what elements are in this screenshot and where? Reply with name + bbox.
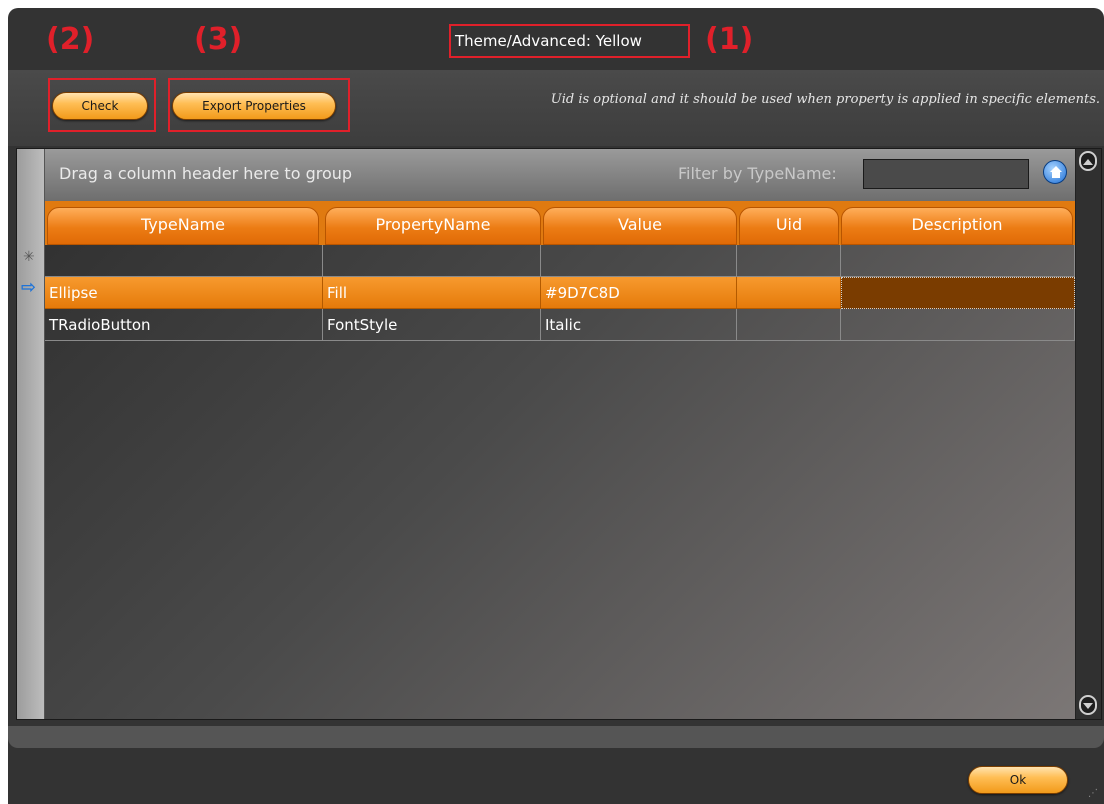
- filter-label: Filter by TypeName:: [678, 164, 837, 183]
- cell-typename[interactable]: Ellipse: [45, 277, 323, 309]
- properties-grid: ✳ ⇨ Drag a column header here to group F…: [16, 148, 1102, 720]
- toolbar: Check Export Properties Uid is optional …: [8, 70, 1104, 146]
- export-properties-button[interactable]: Export Properties: [172, 92, 336, 120]
- column-header-typename[interactable]: TypeName: [47, 207, 319, 245]
- cell-value[interactable]: #9D7C8D: [541, 277, 737, 309]
- scroll-up-icon[interactable]: [1079, 151, 1097, 171]
- column-header-value[interactable]: Value: [543, 207, 737, 245]
- filter-typename-input[interactable]: [863, 159, 1029, 189]
- cell-value[interactable]: Italic: [541, 309, 737, 341]
- check-button[interactable]: Check: [52, 92, 148, 120]
- annotation-2: (2): [46, 22, 95, 57]
- column-header-propertyname[interactable]: PropertyName: [325, 207, 541, 245]
- column-headers: TypeName PropertyName Value Uid Descript…: [45, 201, 1075, 245]
- row-header-column: ✳ ⇨: [17, 149, 45, 719]
- current-row-arrow-icon: ⇨: [21, 277, 37, 298]
- vertical-scrollbar[interactable]: [1075, 149, 1101, 719]
- group-hint: Drag a column header here to group: [59, 164, 353, 183]
- new-row-cell[interactable]: [45, 245, 323, 277]
- title-bar: (2) (3) Theme/Advanced: Yellow (1): [8, 8, 1104, 70]
- resize-grip-icon[interactable]: ⋰: [1088, 788, 1098, 799]
- column-header-description[interactable]: Description: [841, 207, 1073, 245]
- new-row-cell[interactable]: [737, 245, 841, 277]
- ok-button[interactable]: Ok: [968, 766, 1068, 794]
- cell-uid[interactable]: [737, 309, 841, 341]
- scroll-down-icon[interactable]: [1079, 695, 1097, 715]
- cell-propertyname[interactable]: FontStyle: [323, 309, 541, 341]
- annotation-1: (1): [705, 22, 754, 57]
- group-panel[interactable]: Drag a column header here to group Filte…: [45, 149, 1075, 201]
- new-row-cell[interactable]: [323, 245, 541, 277]
- cell-uid[interactable]: [737, 277, 841, 309]
- theme-properties-window: (2) (3) Theme/Advanced: Yellow (1) Check…: [8, 8, 1104, 804]
- cell-description[interactable]: [841, 309, 1075, 341]
- home-icon[interactable]: [1043, 160, 1067, 184]
- footer-strip: [8, 726, 1104, 748]
- dialog-footer: Ok ⋰: [8, 748, 1104, 804]
- cell-propertyname[interactable]: Fill: [323, 277, 541, 309]
- new-row-icon: ✳: [23, 249, 35, 265]
- new-row-cell[interactable]: [841, 245, 1075, 277]
- uid-hint-text: Uid is optional and it should be used wh…: [550, 92, 1100, 107]
- window-title: Theme/Advanced: Yellow: [449, 24, 690, 58]
- cell-typename[interactable]: TRadioButton: [45, 309, 323, 341]
- column-header-uid[interactable]: Uid: [739, 207, 839, 245]
- cell-description[interactable]: [841, 277, 1075, 309]
- new-row-cell[interactable]: [541, 245, 737, 277]
- annotation-3: (3): [194, 22, 243, 57]
